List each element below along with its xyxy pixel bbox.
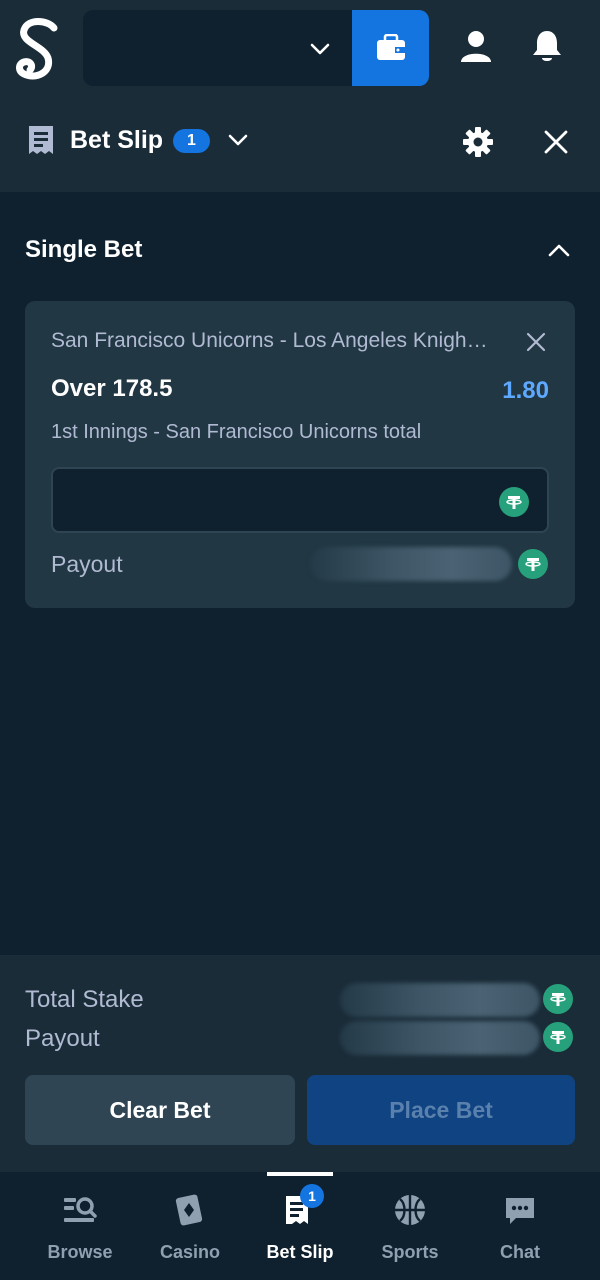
remove-bet-icon[interactable] xyxy=(525,331,547,353)
receipt-icon: 1 xyxy=(282,1184,324,1228)
nav-bet-slip[interactable]: 1 Bet Slip xyxy=(245,1172,355,1280)
single-bet-heading: Single Bet xyxy=(25,236,143,263)
user-button[interactable] xyxy=(456,26,496,66)
nav-chat[interactable]: Chat xyxy=(465,1172,575,1280)
tether-icon xyxy=(499,487,529,517)
basketball-icon xyxy=(395,1195,425,1225)
chevron-down-icon[interactable] xyxy=(226,128,250,152)
bottom-navigation: Browse Casino 1 Bet Slip Sports Chat xyxy=(0,1172,600,1280)
tether-icon xyxy=(543,1022,573,1052)
selection-name: Over 178.5 xyxy=(51,375,173,402)
place-bet-button[interactable]: Place Bet xyxy=(307,1075,575,1145)
user-icon xyxy=(461,31,491,62)
receipt-icon xyxy=(29,126,53,154)
chat-icon xyxy=(506,1198,534,1224)
close-icon[interactable] xyxy=(541,127,571,157)
nav-bet-count-badge: 1 xyxy=(300,1184,324,1208)
bet-slip-header: Bet Slip 1 xyxy=(0,96,600,192)
payout-label: Payout xyxy=(51,551,123,577)
market-name: 1st Innings - San Francisco Unicorns tot… xyxy=(51,421,422,443)
balance-selector[interactable] xyxy=(83,10,353,86)
total-stake-label: Total Stake xyxy=(25,986,144,1013)
bet-count-badge: 1 xyxy=(173,129,210,153)
nav-casino[interactable]: Casino xyxy=(135,1172,245,1280)
browse-icon xyxy=(64,1197,97,1222)
tether-icon xyxy=(543,984,573,1014)
chevron-down-icon xyxy=(310,43,330,55)
cards-icon xyxy=(175,1194,203,1226)
bet-slip-title: Bet Slip xyxy=(70,126,164,154)
clear-bet-button[interactable]: Clear Bet xyxy=(25,1075,295,1145)
bet-summary: Total Stake Payout Clear Bet Place Bet xyxy=(0,955,600,1172)
stake-input[interactable] xyxy=(51,467,549,533)
nav-label: Casino xyxy=(159,1242,220,1262)
nav-sports[interactable]: Sports xyxy=(355,1172,465,1280)
payout-amount-blurred xyxy=(310,547,512,581)
nav-label: Chat xyxy=(500,1242,540,1262)
summary-payout-blurred xyxy=(340,1021,540,1055)
wallet-button[interactable] xyxy=(352,10,429,86)
odds-value: 1.80 xyxy=(502,377,549,404)
match-name[interactable]: San Francisco Unicorns - Los Angeles Kni… xyxy=(51,329,491,353)
tether-icon xyxy=(518,549,548,579)
wallet-icon xyxy=(376,34,405,60)
notifications-button[interactable] xyxy=(527,26,567,66)
summary-payout-label: Payout xyxy=(25,1025,100,1052)
nav-label: Sports xyxy=(381,1242,439,1262)
nav-browse[interactable]: Browse xyxy=(25,1172,135,1280)
total-stake-blurred xyxy=(340,983,540,1017)
bell-icon xyxy=(533,31,561,61)
top-header xyxy=(0,0,600,96)
bet-card: San Francisco Unicorns - Los Angeles Kni… xyxy=(25,301,575,608)
nav-label: Browse xyxy=(47,1242,113,1262)
chevron-up-icon[interactable] xyxy=(546,237,572,263)
nav-label: Bet Slip xyxy=(266,1242,334,1262)
brand-logo[interactable] xyxy=(14,16,62,82)
gear-icon[interactable] xyxy=(462,126,494,158)
